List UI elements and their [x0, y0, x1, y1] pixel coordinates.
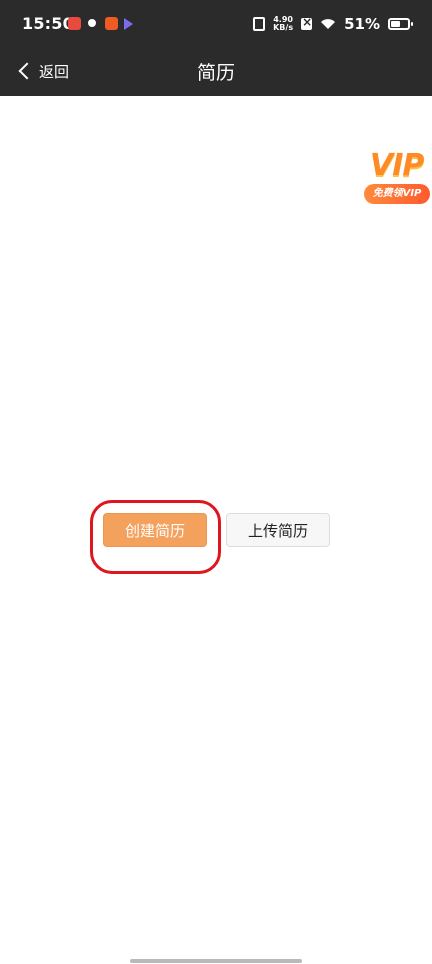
net-speed: 4.90 KB/s — [273, 16, 293, 32]
header: 15:50 4.90 KB/s 51% — [0, 0, 432, 96]
notification-play-icon — [124, 18, 133, 30]
vip-word: VIP — [370, 148, 424, 183]
notification-app-icon — [86, 17, 98, 29]
notification-app-icon — [105, 17, 118, 30]
page-title: 简历 — [196, 62, 235, 84]
nav-bar: 返回 简历 — [0, 50, 432, 96]
upload-resume-button[interactable]: 上传简历 — [226, 513, 330, 547]
status-bar: 15:50 4.90 KB/s 51% — [0, 0, 432, 50]
net-speed-unit: KB/s — [273, 23, 294, 32]
vip-promo-badge[interactable]: VIP 免费领VIP — [364, 148, 430, 208]
home-indicator[interactable] — [130, 959, 302, 963]
battery-percent: 51% — [344, 15, 380, 33]
wifi-icon — [320, 18, 336, 30]
vibrate-icon — [253, 17, 266, 31]
notification-app-icon — [68, 17, 81, 30]
status-time: 15:50 — [22, 14, 74, 33]
no-sim-icon — [301, 15, 312, 30]
battery-icon — [388, 18, 413, 30]
create-resume-button[interactable]: 创建简历 — [103, 513, 207, 547]
vip-tag: 免费领VIP — [364, 184, 430, 204]
resume-screen: 15:50 4.90 KB/s 51% — [0, 0, 432, 964]
status-indicators: 4.90 KB/s 51% — [253, 14, 413, 34]
